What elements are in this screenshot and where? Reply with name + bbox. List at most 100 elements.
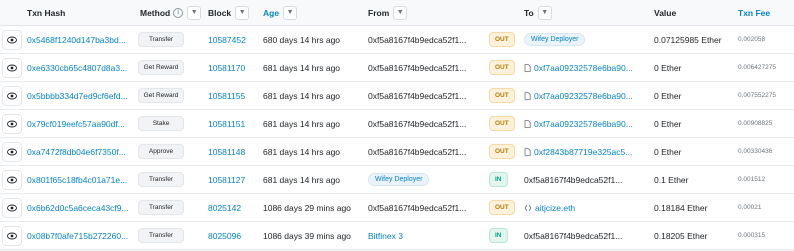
age-text: 681 days 14 hrs ago bbox=[263, 62, 341, 73]
txn-fee-text: 0.00908825 bbox=[738, 120, 773, 127]
txn-fee-text: 0.007552275 bbox=[738, 92, 776, 99]
from-cell: 0xf5a8167f4b9edca52f1... bbox=[368, 203, 466, 213]
method-badge: Get Reward bbox=[138, 88, 184, 103]
direction-badge-cell: OUT bbox=[489, 60, 515, 75]
block-link[interactable]: 10581170 bbox=[208, 63, 245, 73]
to-cell: 0xf2843b87719e325ac5... bbox=[524, 147, 632, 157]
filter-icon[interactable]: ▼ bbox=[537, 5, 552, 20]
age-text: 681 days 14 hrs ago bbox=[263, 90, 341, 101]
from-address[interactable]: 0xf5a8167f4b9edca52f1... bbox=[368, 203, 466, 213]
info-icon[interactable]: i bbox=[173, 7, 184, 18]
direction-badge: IN bbox=[489, 228, 508, 243]
row-view-button[interactable] bbox=[2, 141, 22, 162]
block-link[interactable]: 10581127 bbox=[208, 175, 245, 185]
method-badge-cell: Stake bbox=[138, 116, 184, 131]
txn-hash-link[interactable]: 0x6b62d0c5a6ceca43cf9... bbox=[27, 203, 129, 213]
to-ens-link[interactable]: aitjcize.eth bbox=[535, 203, 575, 213]
txn-hash-link[interactable]: 0x08b7f0afe715b272260... bbox=[27, 231, 128, 241]
header-block: Block ▼ bbox=[208, 5, 250, 20]
method-badge: Get Reward bbox=[138, 60, 184, 75]
from-address[interactable]: 0xf5a8167f4b9edca52f1... bbox=[368, 91, 466, 101]
row-view-button[interactable] bbox=[2, 225, 22, 246]
row-view-button[interactable] bbox=[2, 29, 22, 50]
to-cell: 0xf7aa09232578e6ba90... bbox=[524, 63, 633, 73]
header-txn-hash: Txn Hash bbox=[27, 8, 65, 18]
header-age-label[interactable]: Age bbox=[263, 8, 279, 18]
from-address[interactable]: 0xf5a8167f4b9edca52f1... bbox=[368, 147, 466, 157]
to-contract-link[interactable]: 0xf2843b87719e325ac5... bbox=[534, 147, 632, 157]
filter-icon[interactable]: ▼ bbox=[235, 5, 250, 20]
row-view-button[interactable] bbox=[2, 113, 22, 134]
block-link[interactable]: 8025142 bbox=[208, 203, 241, 213]
to-contract-link[interactable]: 0xf7aa09232578e6ba90... bbox=[534, 91, 633, 101]
txn-hash-link[interactable]: 0xa7472f8db04e6f7350f... bbox=[27, 147, 126, 157]
method-badge: Transfer bbox=[138, 200, 184, 215]
row-view-button[interactable] bbox=[2, 85, 22, 106]
value-text: 0 Ether bbox=[654, 118, 682, 129]
txn-fee-text: 0.00330436 bbox=[738, 148, 773, 155]
filter-icon[interactable]: ▼ bbox=[393, 5, 408, 20]
block-link[interactable]: 10581148 bbox=[208, 147, 245, 157]
from-address[interactable]: 0xf5a8167f4b9edca52f1... bbox=[368, 35, 466, 45]
to-contract-link[interactable]: 0xf7aa09232578e6ba90... bbox=[534, 119, 633, 129]
eye-icon[interactable] bbox=[2, 225, 22, 246]
header-txn-fee-label[interactable]: Txn Fee bbox=[738, 8, 770, 18]
block-link[interactable]: 10581151 bbox=[208, 119, 245, 129]
to-cell: Wifey Deployer bbox=[524, 33, 586, 46]
direction-badge-cell: OUT bbox=[489, 32, 515, 47]
header-value: Value bbox=[654, 8, 676, 18]
direction-badge: OUT bbox=[489, 60, 515, 75]
txn-hash-link[interactable]: 0x801f65c18fb4c01a71e... bbox=[27, 175, 127, 185]
from-cell: 0xf5a8167f4b9edca52f1... bbox=[368, 35, 466, 45]
from-name-tag[interactable]: Wifey Deployer bbox=[368, 173, 430, 186]
from-address[interactable]: 0xf5a8167f4b9edca52f1... bbox=[368, 63, 466, 73]
txn-fee-text: 0.001512 bbox=[738, 176, 766, 183]
block-link[interactable]: 8025096 bbox=[208, 231, 241, 241]
eye-icon[interactable] bbox=[2, 113, 22, 134]
row-view-button[interactable] bbox=[2, 57, 22, 78]
method-badge-cell: Get Reward bbox=[138, 60, 184, 75]
row-view-button[interactable] bbox=[2, 197, 22, 218]
block-link[interactable]: 10587452 bbox=[208, 35, 246, 45]
value-text: 0.18184 Ether bbox=[654, 202, 708, 213]
txn-hash-link[interactable]: 0x5468f1240d147ba3bd... bbox=[27, 35, 126, 45]
filter-icon[interactable]: ▼ bbox=[283, 5, 298, 20]
eye-icon[interactable] bbox=[2, 169, 22, 190]
row-view-button[interactable] bbox=[2, 169, 22, 190]
to-address[interactable]: 0xf5a8167f4b9edca52f1... bbox=[524, 231, 622, 241]
age-text: 681 days 14 hrs ago bbox=[263, 174, 341, 185]
block-link[interactable]: 10581155 bbox=[208, 91, 245, 101]
eye-icon[interactable] bbox=[2, 29, 22, 50]
age-text: 681 days 14 hrs ago bbox=[263, 118, 341, 129]
table-row: 0xa7472f8db04e6f7350f... Approve 10581148 6… bbox=[0, 138, 794, 166]
header-from: From ▼ bbox=[368, 5, 408, 20]
age-text: 1086 days 29 mins ago bbox=[263, 202, 351, 213]
value-text: 0 Ether bbox=[654, 90, 682, 101]
to-cell: 0xf5a8167f4b9edca52f1... bbox=[524, 175, 622, 185]
method-badge-cell: Transfer bbox=[138, 172, 184, 187]
txn-hash-link[interactable]: 0x5bbbb334d7ed9cf6efd... bbox=[27, 91, 128, 101]
eye-icon[interactable] bbox=[2, 57, 22, 78]
eye-icon[interactable] bbox=[2, 141, 22, 162]
to-contract-link[interactable]: 0xf7aa09232578e6ba90... bbox=[534, 63, 633, 73]
eye-icon[interactable] bbox=[2, 85, 22, 106]
to-address[interactable]: 0xf5a8167f4b9edca52f1... bbox=[524, 175, 622, 185]
header-method: Method i ▼ bbox=[140, 5, 202, 20]
table-row: 0xe6330cb65c4807d8a3... Get Reward 1058117… bbox=[0, 54, 794, 82]
from-address-link[interactable]: Bitfinex 3 bbox=[368, 231, 403, 241]
txn-hash-link[interactable]: 0xe6330cb65c4807d8a3... bbox=[27, 63, 127, 73]
header-txn-fee[interactable]: Txn Fee bbox=[738, 8, 770, 18]
contract-file-icon bbox=[524, 91, 531, 100]
from-address[interactable]: 0xf5a8167f4b9edca52f1... bbox=[368, 119, 466, 129]
txn-hash-link[interactable]: 0x79cf019eefc57aa90df... bbox=[27, 119, 125, 129]
value-text: 0.18205 Ether bbox=[654, 230, 708, 241]
method-badge-cell: Transfer bbox=[138, 228, 184, 243]
to-name-tag[interactable]: Wifey Deployer bbox=[524, 33, 586, 46]
header-value-label: Value bbox=[654, 7, 677, 18]
from-cell: 0xf5a8167f4b9edca52f1... bbox=[368, 119, 466, 129]
header-age[interactable]: Age ▼ bbox=[263, 5, 298, 20]
eye-icon[interactable] bbox=[2, 197, 22, 218]
filter-icon[interactable]: ▼ bbox=[187, 5, 202, 20]
table-row: 0x801f65c18fb4c01a71e... Transfer 10581127… bbox=[0, 166, 794, 194]
to-cell: aitjcize.eth bbox=[524, 203, 575, 213]
